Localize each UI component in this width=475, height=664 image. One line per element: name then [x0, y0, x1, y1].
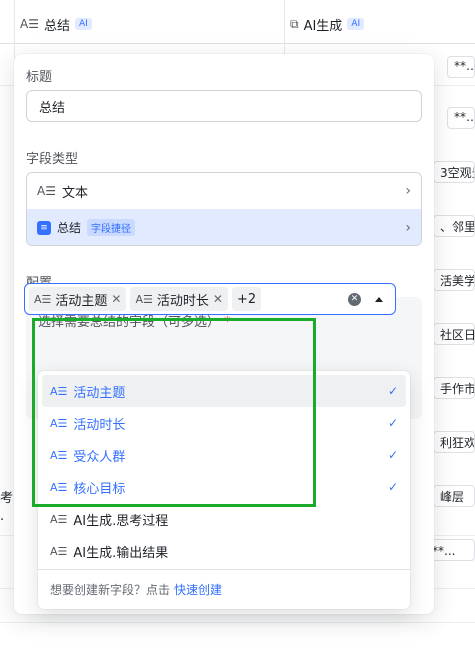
- option-label: 受众人群: [73, 449, 126, 465]
- ai-text-field-icon: A☰: [50, 544, 68, 558]
- tag-label: 活动时长: [156, 293, 209, 309]
- more-tags-count[interactable]: +2: [231, 287, 262, 311]
- dropdown-option[interactable]: A☰ 核心目标 ✓: [42, 471, 406, 503]
- tag-label: 活动主题: [55, 293, 108, 309]
- field-type-selector: A☰ 文本 › ≡ 总结 字段捷径 ›: [26, 172, 422, 246]
- table-header: A☰ 总结 AI ⧉ AI生成 AI: [0, 0, 475, 44]
- text-field-icon: A☰: [20, 17, 39, 31]
- option-label: AI生成.思考过程: [73, 513, 169, 529]
- remove-tag-icon[interactable]: ✕: [111, 292, 121, 306]
- cell-chip[interactable]: 3空观景: [433, 161, 475, 183]
- cell-text: 考 .: [0, 491, 14, 524]
- check-icon: ✓: [387, 384, 398, 398]
- dropdown-option[interactable]: A☰ AI生成.输出结果: [42, 535, 406, 567]
- field-shortcut-tag: 字段捷径: [87, 219, 136, 236]
- dropdown-option[interactable]: A☰ AI生成.思考过程: [42, 503, 406, 535]
- title-value: 总结: [39, 100, 66, 116]
- quick-create-link[interactable]: 快速创建: [174, 581, 222, 598]
- clear-icon[interactable]: ✕: [348, 292, 361, 306]
- cell-chip[interactable]: 峰层: [433, 485, 475, 507]
- dropdown-footer: 想要创建新字段？点击 快速创建: [38, 569, 410, 609]
- summary-icon: ≡: [37, 220, 51, 235]
- ai-field-icon: ⧉: [290, 16, 299, 31]
- required-mark: *: [224, 315, 231, 330]
- check-icon: ✓: [387, 416, 398, 430]
- cell-chip[interactable]: 活美学: [433, 269, 475, 291]
- ai-badge: AI: [74, 18, 92, 30]
- text-field-icon: A☰: [50, 384, 68, 398]
- field-type-summary-option[interactable]: ≡ 总结 字段捷径 ›: [27, 209, 421, 245]
- remove-tag-icon[interactable]: ✕: [213, 292, 223, 306]
- column-title: AI生成: [303, 18, 343, 34]
- cell-chip[interactable]: 、邻里共: [433, 215, 475, 237]
- option-label: AI生成.输出结果: [73, 545, 169, 561]
- cell-chip[interactable]: 社区日: [433, 323, 475, 345]
- cell-chip[interactable]: **…: [447, 107, 475, 129]
- option-label: 活动时长: [73, 417, 126, 433]
- field-type-summary-label: 总结: [57, 221, 82, 235]
- column-title: 总结: [43, 18, 70, 34]
- check-icon: ✓: [387, 448, 398, 462]
- field-type-text-option[interactable]: A☰ 文本 ›: [27, 173, 421, 209]
- option-label: 核心目标: [73, 481, 126, 497]
- ai-badge: AI: [347, 18, 365, 30]
- text-field-icon: A☰: [135, 292, 153, 306]
- check-icon: ✓: [387, 480, 398, 494]
- cell-chip[interactable]: **…: [447, 56, 475, 78]
- chevron-right-icon: ›: [405, 183, 411, 199]
- fields-dropdown: A☰ 活动主题 ✓ A☰ 活动时长 ✓ A☰ 受众人群 ✓ A☰ 核心目标 ✓ …: [38, 371, 410, 609]
- chevron-right-icon: ›: [405, 219, 411, 236]
- cell-chip[interactable]: 手作市: [433, 377, 475, 399]
- fields-multi-select[interactable]: A☰ 活动主题 ✕ A☰ 活动时长 ✕ +2 ✕: [24, 283, 396, 315]
- column-header-ai[interactable]: ⧉ AI生成 AI: [290, 14, 365, 34]
- field-type-text-label: 文本: [61, 185, 88, 201]
- column-header-summary[interactable]: A☰ 总结 AI: [20, 14, 92, 34]
- selected-field-tag: A☰ 活动时长 ✕: [130, 287, 228, 311]
- field-type-label: 字段类型: [26, 152, 79, 167]
- text-field-icon: A☰: [50, 480, 68, 494]
- select-fields-text: 选择需要总结的字段（可多选）: [38, 315, 221, 330]
- text-field-icon: A☰: [50, 416, 68, 430]
- title-input[interactable]: 总结: [26, 90, 422, 122]
- option-label: 活动主题: [73, 385, 126, 401]
- selected-field-tag: A☰ 活动主题 ✕: [29, 287, 127, 311]
- footer-text: 想要创建新字段？点击: [50, 583, 171, 597]
- title-label: 标题: [26, 70, 53, 85]
- cell-chip[interactable]: 利狂欢: [433, 431, 475, 453]
- dropdown-option[interactable]: A☰ 活动主题 ✓: [42, 375, 406, 407]
- table-footer-divider: [0, 622, 475, 623]
- caret-up-icon[interactable]: [375, 296, 383, 302]
- text-field-icon: A☰: [37, 184, 56, 198]
- more-count-label: +2: [236, 291, 257, 307]
- text-field-icon: A☰: [34, 292, 52, 306]
- dropdown-option[interactable]: A☰ 受众人群 ✓: [42, 439, 406, 471]
- text-field-icon: A☰: [50, 448, 68, 462]
- ai-text-field-icon: A☰: [50, 512, 68, 526]
- dropdown-option[interactable]: A☰ 活动时长 ✓: [42, 407, 406, 439]
